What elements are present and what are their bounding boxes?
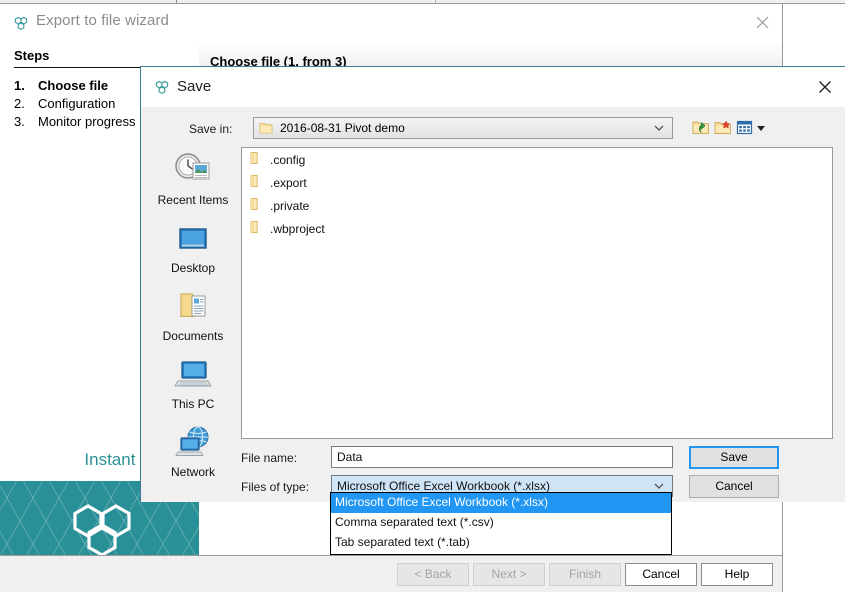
wizard-title: Export to file wizard (36, 12, 169, 29)
dropdown-option-xlsx[interactable]: Microsoft Office Excel Workbook (*.xlsx) (331, 493, 671, 513)
help-button[interactable]: Help (701, 563, 773, 586)
file-name: .wbproject (270, 222, 325, 236)
place-label: This PC (147, 397, 239, 411)
place-item-documents[interactable]: Documents (147, 283, 239, 343)
step-label: Configuration (38, 95, 115, 113)
files-of-type-dropdown[interactable]: Microsoft Office Excel Workbook (*.xlsx)… (330, 492, 672, 555)
save-dialog-body: Save in: 2016-08-31 Pivot demo (141, 107, 845, 502)
places-sidebar: Recent Items Desktop (147, 147, 239, 439)
folder-icon (259, 121, 273, 138)
create-new-folder-icon[interactable] (714, 119, 732, 136)
folder-icon (250, 197, 263, 214)
list-item[interactable]: .config (242, 148, 832, 171)
chevron-down-icon[interactable] (653, 122, 665, 137)
file-name-input[interactable]: Data (331, 446, 673, 468)
save-in-combobox[interactable]: 2016-08-31 Pivot demo (253, 117, 673, 139)
file-name: .private (270, 199, 309, 213)
list-item[interactable]: .export (242, 171, 832, 194)
window-seam-1 (176, 0, 177, 3)
save-button[interactable]: Save (689, 446, 779, 469)
save-in-label: Save in: (189, 122, 232, 136)
place-item-recent-items[interactable]: Recent Items (147, 147, 239, 207)
save-dialog-titlebar: Save (141, 67, 845, 107)
folder-icon (250, 220, 263, 237)
place-item-this-pc[interactable]: This PC (147, 351, 239, 411)
next-button[interactable]: Next > (473, 563, 545, 586)
save-dialog: Save Save in: 2016-08-31 Pivot demo (140, 66, 845, 502)
step-label: Monitor progress (38, 113, 136, 131)
step-label: Choose file (38, 77, 108, 95)
step-number: 3. (14, 113, 38, 131)
file-list[interactable]: .config .export (241, 147, 833, 439)
this-pc-icon (147, 351, 239, 395)
place-label: Network (147, 465, 239, 479)
place-item-desktop[interactable]: Desktop (147, 215, 239, 275)
files-of-type-label: Files of type: (241, 480, 309, 494)
save-in-value: 2016-08-31 Pivot demo (280, 121, 405, 135)
cancel-button[interactable]: Cancel (625, 563, 697, 586)
wizard-titlebar: Export to file wizard (0, 4, 782, 40)
close-icon (817, 79, 833, 95)
chevron-down-icon[interactable] (756, 122, 766, 132)
chemaxon-hex-logo-icon (13, 15, 29, 31)
place-item-network[interactable]: Network (147, 419, 239, 479)
dropdown-option-csv[interactable]: Comma separated text (*.csv) (331, 513, 671, 533)
view-menu-icon[interactable] (736, 119, 754, 136)
step-number: 2. (14, 95, 38, 113)
save-dialog-toolbar (686, 117, 806, 139)
network-icon (147, 419, 239, 463)
close-icon (755, 15, 770, 30)
window-seam-2 (435, 0, 436, 3)
desktop-icon (147, 215, 239, 259)
place-label: Documents (147, 329, 239, 343)
wizard-close-button[interactable] (742, 4, 782, 40)
back-button[interactable]: < Back (397, 563, 469, 586)
steps-heading: Steps (14, 48, 49, 63)
save-dialog-cancel-button[interactable]: Cancel (689, 475, 779, 498)
screenshot-root: Export to file wizard Steps 1. Choose fi… (0, 0, 845, 592)
recent-items-icon (147, 147, 239, 191)
file-name: .config (270, 153, 305, 167)
files-of-type-value: Microsoft Office Excel Workbook (*.xlsx) (337, 479, 550, 493)
documents-icon (147, 283, 239, 327)
chemaxon-hex-logo-icon (154, 79, 170, 95)
up-one-level-icon[interactable] (692, 119, 710, 136)
place-label: Desktop (147, 261, 239, 275)
list-item[interactable]: .wbproject (242, 217, 832, 240)
file-name-label: File name: (241, 451, 297, 465)
folder-icon (250, 174, 263, 191)
folder-icon (250, 151, 263, 168)
wizard-footer: < Back Next > Finish Cancel Help (0, 555, 782, 592)
chemaxon-hex-logo-large-icon (70, 503, 134, 559)
list-item[interactable]: .private (242, 194, 832, 217)
file-name: .export (270, 176, 307, 190)
save-dialog-close-button[interactable] (804, 67, 845, 107)
finish-button[interactable]: Finish (549, 563, 621, 586)
dropdown-option-tab[interactable]: Tab separated text (*.tab) (331, 533, 671, 553)
place-label: Recent Items (147, 193, 239, 207)
step-number: 1. (14, 77, 38, 95)
save-dialog-title: Save (177, 78, 211, 95)
